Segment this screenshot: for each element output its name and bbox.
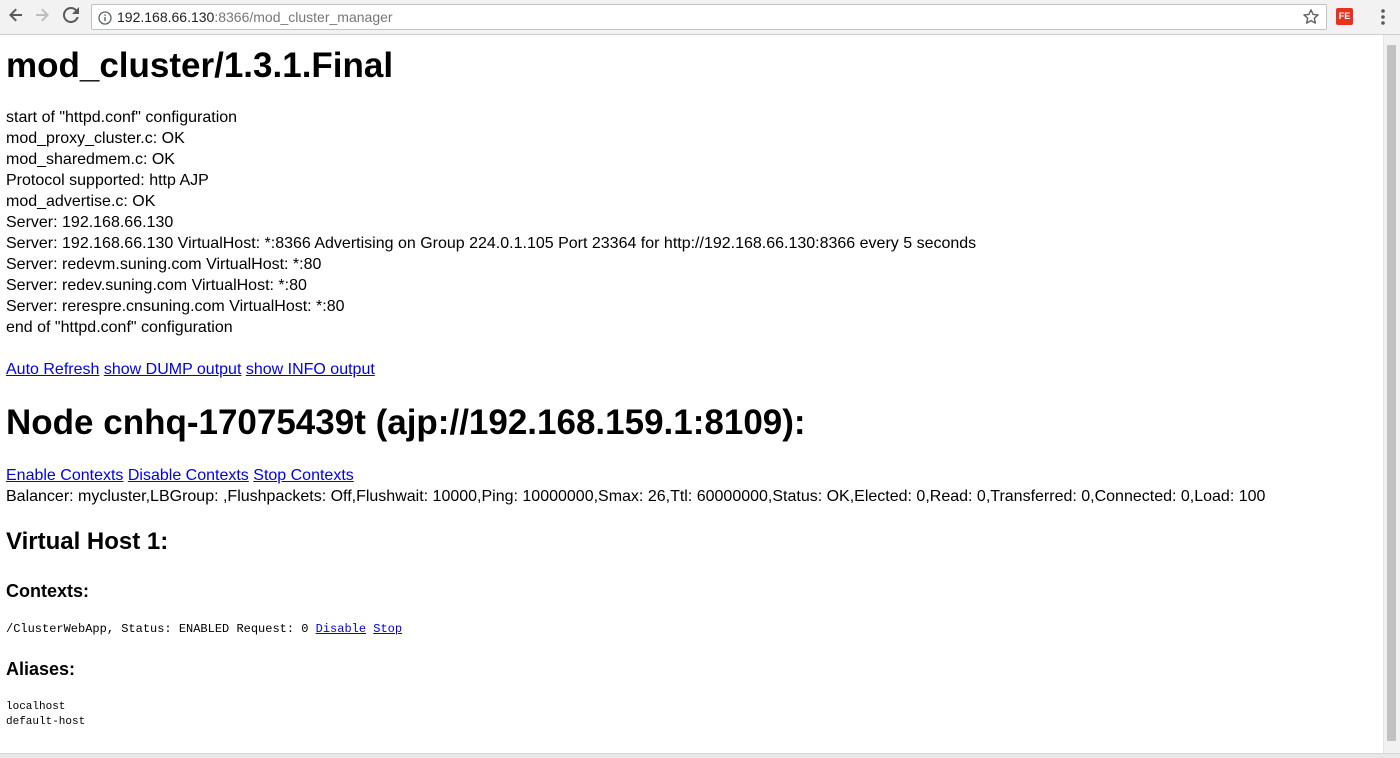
alias-list: localhost default-host bbox=[6, 700, 85, 730]
fe-extension-icon[interactable]: FE bbox=[1336, 8, 1353, 25]
auto-refresh-link[interactable]: Auto Refresh bbox=[6, 361, 99, 378]
back-button[interactable] bbox=[6, 7, 26, 27]
alias-item: localhost bbox=[6, 701, 66, 713]
config-line: mod_advertise.c: OK bbox=[6, 193, 156, 210]
config-line: Protocol supported: http AJP bbox=[6, 172, 209, 189]
config-line: Server: 192.168.66.130 VirtualHost: *:83… bbox=[6, 235, 977, 252]
forward-button[interactable] bbox=[32, 7, 52, 27]
node-context-links: Enable Contexts Disable Contexts Stop Co… bbox=[6, 465, 354, 486]
enable-contexts-link[interactable]: Enable Contexts bbox=[6, 467, 123, 484]
arrow-right-icon bbox=[34, 7, 50, 27]
arrow-left-icon bbox=[8, 7, 24, 27]
context-row: /ClusterWebApp, Status: ENABLED Request:… bbox=[6, 622, 402, 637]
config-line: end of "httpd.conf" configuration bbox=[6, 319, 233, 336]
virtual-host-heading: Virtual Host 1: bbox=[6, 528, 169, 555]
horizontal-scrollbar[interactable] bbox=[0, 753, 1400, 758]
browser-menu-button[interactable] bbox=[1373, 7, 1393, 27]
browser-toolbar: 192.168.66.130:8366/mod_cluster_manager … bbox=[0, 0, 1400, 35]
config-line: mod_sharedmem.c: OK bbox=[6, 151, 175, 168]
url-path: :8366/mod_cluster_manager bbox=[214, 9, 393, 25]
alias-item: default-host bbox=[6, 716, 86, 728]
config-lines: start of "httpd.conf" configuration mod_… bbox=[6, 107, 976, 338]
info-icon[interactable] bbox=[98, 10, 112, 25]
node-heading: Node cnhq-17075439t (ajp://192.168.159.1… bbox=[6, 403, 806, 442]
balancer-info: Balancer: mycluster,LBGroup: ,Flushpacke… bbox=[6, 488, 1266, 505]
stop-context-link[interactable]: Stop bbox=[373, 622, 402, 636]
page-title: mod_cluster/1.3.1.Final bbox=[6, 46, 394, 85]
address-bar[interactable]: 192.168.66.130:8366/mod_cluster_manager bbox=[91, 4, 1327, 30]
url-host: 192.168.66.130 bbox=[117, 9, 215, 25]
manager-links: Auto Refresh show DUMP output show INFO … bbox=[6, 359, 375, 380]
page-viewport: mod_cluster/1.3.1.Final start of "httpd.… bbox=[0, 35, 1400, 753]
stop-contexts-link[interactable]: Stop Contexts bbox=[253, 467, 354, 484]
scrollbar-thumb[interactable] bbox=[1387, 45, 1396, 741]
bookmark-star-icon[interactable] bbox=[1302, 8, 1320, 26]
show-info-link[interactable]: show INFO output bbox=[246, 361, 375, 378]
disable-contexts-link[interactable]: Disable Contexts bbox=[128, 467, 249, 484]
show-dump-link[interactable]: show DUMP output bbox=[104, 361, 242, 378]
context-status-text: /ClusterWebApp, Status: ENABLED Request:… bbox=[6, 622, 316, 636]
vertical-scrollbar[interactable] bbox=[1383, 35, 1400, 753]
reload-icon bbox=[62, 6, 79, 27]
url-text: 192.168.66.130:8366/mod_cluster_manager bbox=[117, 9, 393, 25]
config-line: Server: 192.168.66.130 bbox=[6, 214, 174, 231]
config-line: start of "httpd.conf" configuration bbox=[6, 109, 238, 126]
reload-button[interactable] bbox=[61, 6, 81, 27]
config-line: Server: redevm.suning.com VirtualHost: *… bbox=[6, 256, 322, 273]
config-line: Server: rerespre.cnsuning.com VirtualHos… bbox=[6, 298, 345, 315]
config-line: mod_proxy_cluster.c: OK bbox=[6, 130, 185, 147]
contexts-heading: Contexts: bbox=[6, 581, 90, 601]
aliases-heading: Aliases: bbox=[6, 659, 76, 679]
menu-dots-icon bbox=[1373, 9, 1393, 31]
disable-context-link[interactable]: Disable bbox=[316, 622, 366, 636]
config-line: Server: redev.suning.com VirtualHost: *:… bbox=[6, 277, 307, 294]
